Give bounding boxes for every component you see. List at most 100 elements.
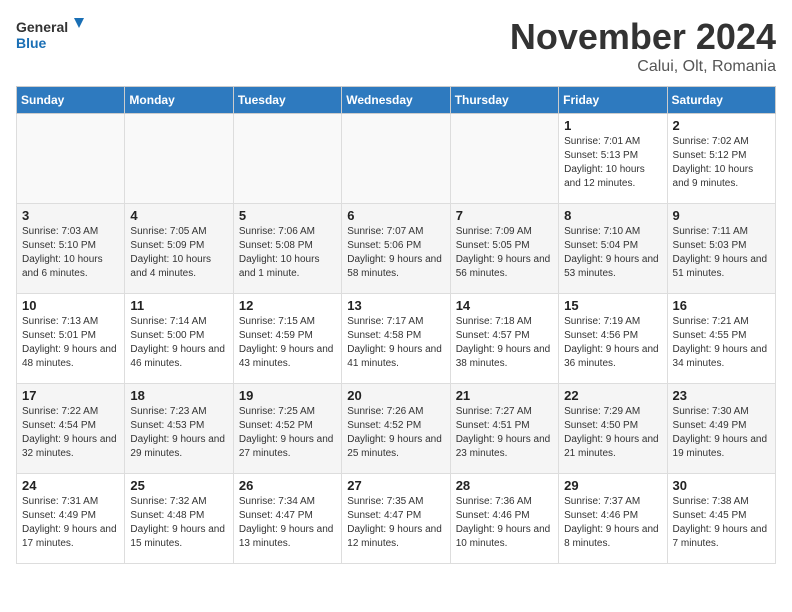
- calendar-cell: [233, 114, 341, 204]
- day-info: Sunrise: 7:22 AM Sunset: 4:54 PM Dayligh…: [22, 405, 119, 461]
- day-number: 19: [239, 388, 336, 403]
- month-title: November 2024: [510, 16, 776, 58]
- day-number: 23: [673, 388, 770, 403]
- calendar-cell: 29Sunrise: 7:37 AM Sunset: 4:46 PM Dayli…: [559, 474, 667, 564]
- day-info: Sunrise: 7:21 AM Sunset: 4:55 PM Dayligh…: [673, 315, 770, 371]
- location: Calui, Olt, Romania: [510, 58, 776, 76]
- calendar-cell: 9 Sunrise: 7:11 AM Sunset: 5:03 PM Daylig…: [667, 204, 775, 294]
- day-info: Sunrise: 7:14 AM Sunset: 5:00 PM Dayligh…: [130, 315, 227, 371]
- day-number: 7: [456, 208, 553, 223]
- weekday-header-friday: Friday: [559, 87, 667, 114]
- weekday-header-wednesday: Wednesday: [342, 87, 450, 114]
- calendar-cell: 15Sunrise: 7:19 AM Sunset: 4:56 PM Dayli…: [559, 294, 667, 384]
- calendar-cell: [450, 114, 558, 204]
- day-number: 13: [347, 298, 444, 313]
- day-number: 16: [673, 298, 770, 313]
- week-row-3: 10 Sunrise: 7:13 AM Sunset: 5:01 PM Dayli…: [17, 294, 776, 384]
- day-number: 12: [239, 298, 336, 313]
- day-number: 10: [22, 298, 119, 313]
- day-info: Sunrise: 7:07 AM Sunset: 5:06 PM Dayligh…: [347, 225, 444, 281]
- calendar-cell: 23 Sunrise: 7:30 AM Sunset: 4:49 PM Dayli…: [667, 384, 775, 474]
- day-info: Sunrise: 7:36 AM Sunset: 4:46 PM Dayligh…: [456, 495, 553, 551]
- calendar-cell: 10 Sunrise: 7:13 AM Sunset: 5:01 PM Dayli…: [17, 294, 125, 384]
- svg-text:General: General: [16, 19, 68, 35]
- day-info: Sunrise: 7:23 AM Sunset: 4:53 PM Dayligh…: [130, 405, 227, 461]
- calendar-cell: 28 Sunrise: 7:36 AM Sunset: 4:46 PM Dayli…: [450, 474, 558, 564]
- calendar-table: SundayMondayTuesdayWednesdayThursdayFrid…: [16, 86, 776, 564]
- day-number: 25: [130, 478, 227, 493]
- day-info: Sunrise: 7:05 AM Sunset: 5:09 PM Dayligh…: [130, 225, 227, 281]
- day-info: Sunrise: 7:01 AM Sunset: 5:13 PM Dayligh…: [564, 135, 661, 191]
- day-info: Sunrise: 7:25 AM Sunset: 4:52 PM Dayligh…: [239, 405, 336, 461]
- calendar-cell: 6 Sunrise: 7:07 AM Sunset: 5:06 PM Daylig…: [342, 204, 450, 294]
- calendar-cell: 27 Sunrise: 7:35 AM Sunset: 4:47 PM Dayli…: [342, 474, 450, 564]
- day-info: Sunrise: 7:02 AM Sunset: 5:12 PM Dayligh…: [673, 135, 770, 191]
- day-info: Sunrise: 7:38 AM Sunset: 4:45 PM Dayligh…: [673, 495, 770, 551]
- day-number: 26: [239, 478, 336, 493]
- day-number: 28: [456, 478, 553, 493]
- week-row-2: 3Sunrise: 7:03 AM Sunset: 5:10 PM Daylig…: [17, 204, 776, 294]
- day-info: Sunrise: 7:26 AM Sunset: 4:52 PM Dayligh…: [347, 405, 444, 461]
- calendar-cell: 20 Sunrise: 7:26 AM Sunset: 4:52 PM Dayli…: [342, 384, 450, 474]
- day-info: Sunrise: 7:29 AM Sunset: 4:50 PM Dayligh…: [564, 405, 661, 461]
- day-number: 1: [564, 118, 661, 133]
- calendar-cell: 2 Sunrise: 7:02 AM Sunset: 5:12 PM Daylig…: [667, 114, 775, 204]
- day-number: 30: [673, 478, 770, 493]
- calendar-cell: 4Sunrise: 7:05 AM Sunset: 5:09 PM Daylig…: [125, 204, 233, 294]
- day-number: 6: [347, 208, 444, 223]
- weekday-header-tuesday: Tuesday: [233, 87, 341, 114]
- page-header: General Blue November 2024 Calui, Olt, R…: [16, 16, 776, 76]
- day-info: Sunrise: 7:30 AM Sunset: 4:49 PM Dayligh…: [673, 405, 770, 461]
- day-info: Sunrise: 7:32 AM Sunset: 4:48 PM Dayligh…: [130, 495, 227, 551]
- calendar-cell: 12 Sunrise: 7:15 AM Sunset: 4:59 PM Dayli…: [233, 294, 341, 384]
- day-info: Sunrise: 7:11 AM Sunset: 5:03 PM Dayligh…: [673, 225, 770, 281]
- calendar-cell: 3Sunrise: 7:03 AM Sunset: 5:10 PM Daylig…: [17, 204, 125, 294]
- calendar-cell: 8 Sunrise: 7:10 AM Sunset: 5:04 PM Daylig…: [559, 204, 667, 294]
- svg-text:Blue: Blue: [16, 35, 47, 51]
- calendar-cell: 30 Sunrise: 7:38 AM Sunset: 4:45 PM Dayli…: [667, 474, 775, 564]
- calendar-cell: 13 Sunrise: 7:17 AM Sunset: 4:58 PM Dayli…: [342, 294, 450, 384]
- day-info: Sunrise: 7:15 AM Sunset: 4:59 PM Dayligh…: [239, 315, 336, 371]
- day-number: 20: [347, 388, 444, 403]
- day-number: 8: [564, 208, 661, 223]
- calendar-cell: 18 Sunrise: 7:23 AM Sunset: 4:53 PM Dayli…: [125, 384, 233, 474]
- day-number: 9: [673, 208, 770, 223]
- day-info: Sunrise: 7:19 AM Sunset: 4:56 PM Dayligh…: [564, 315, 661, 371]
- calendar-cell: 22Sunrise: 7:29 AM Sunset: 4:50 PM Dayli…: [559, 384, 667, 474]
- weekday-header-monday: Monday: [125, 87, 233, 114]
- day-number: 11: [130, 298, 227, 313]
- calendar-cell: 19 Sunrise: 7:25 AM Sunset: 4:52 PM Dayli…: [233, 384, 341, 474]
- day-info: Sunrise: 7:35 AM Sunset: 4:47 PM Dayligh…: [347, 495, 444, 551]
- day-number: 18: [130, 388, 227, 403]
- day-number: 17: [22, 388, 119, 403]
- calendar-cell: 14Sunrise: 7:18 AM Sunset: 4:57 PM Dayli…: [450, 294, 558, 384]
- day-number: 29: [564, 478, 661, 493]
- day-number: 2: [673, 118, 770, 133]
- weekday-header-sunday: Sunday: [17, 87, 125, 114]
- day-info: Sunrise: 7:09 AM Sunset: 5:05 PM Dayligh…: [456, 225, 553, 281]
- calendar-cell: 5 Sunrise: 7:06 AM Sunset: 5:08 PM Daylig…: [233, 204, 341, 294]
- day-info: Sunrise: 7:31 AM Sunset: 4:49 PM Dayligh…: [22, 495, 119, 551]
- calendar-cell: [17, 114, 125, 204]
- calendar-cell: 17 Sunrise: 7:22 AM Sunset: 4:54 PM Dayli…: [17, 384, 125, 474]
- calendar-cell: 24 Sunrise: 7:31 AM Sunset: 4:49 PM Dayli…: [17, 474, 125, 564]
- day-info: Sunrise: 7:17 AM Sunset: 4:58 PM Dayligh…: [347, 315, 444, 371]
- week-row-4: 17 Sunrise: 7:22 AM Sunset: 4:54 PM Dayli…: [17, 384, 776, 474]
- day-info: Sunrise: 7:10 AM Sunset: 5:04 PM Dayligh…: [564, 225, 661, 281]
- day-info: Sunrise: 7:27 AM Sunset: 4:51 PM Dayligh…: [456, 405, 553, 461]
- day-number: 5: [239, 208, 336, 223]
- calendar-cell: [125, 114, 233, 204]
- calendar-cell: 11 Sunrise: 7:14 AM Sunset: 5:00 PM Dayli…: [125, 294, 233, 384]
- day-info: Sunrise: 7:34 AM Sunset: 4:47 PM Dayligh…: [239, 495, 336, 551]
- day-number: 27: [347, 478, 444, 493]
- weekday-header-saturday: Saturday: [667, 87, 775, 114]
- day-number: 14: [456, 298, 553, 313]
- day-number: 24: [22, 478, 119, 493]
- day-info: Sunrise: 7:13 AM Sunset: 5:01 PM Dayligh…: [22, 315, 119, 371]
- calendar-cell: 16 Sunrise: 7:21 AM Sunset: 4:55 PM Dayli…: [667, 294, 775, 384]
- weekday-header-row: SundayMondayTuesdayWednesdayThursdayFrid…: [17, 87, 776, 114]
- weekday-header-thursday: Thursday: [450, 87, 558, 114]
- week-row-5: 24 Sunrise: 7:31 AM Sunset: 4:49 PM Dayli…: [17, 474, 776, 564]
- logo-svg: General Blue: [16, 16, 86, 61]
- day-info: Sunrise: 7:06 AM Sunset: 5:08 PM Dayligh…: [239, 225, 336, 281]
